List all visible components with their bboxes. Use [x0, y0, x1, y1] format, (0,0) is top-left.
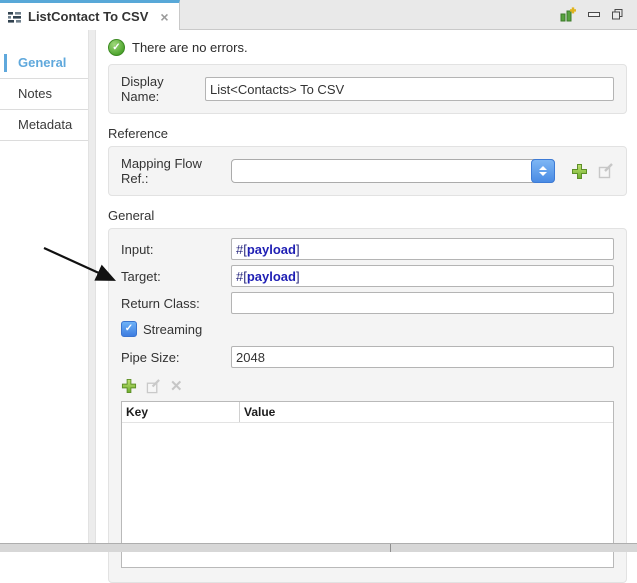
minimize-icon[interactable] — [588, 12, 600, 17]
display-name-input[interactable] — [205, 77, 614, 101]
return-class-input[interactable] — [231, 292, 614, 314]
status-bar — [0, 543, 637, 552]
delete-entry-button[interactable]: ✕ — [170, 379, 183, 394]
input-label: Input: — [121, 242, 231, 257]
error-status-text: There are no errors. — [132, 40, 248, 55]
key-value-toolbar: ✕ — [121, 377, 614, 395]
edit-icon — [146, 379, 161, 394]
add-flow-button[interactable] — [571, 163, 588, 180]
add-icon — [571, 163, 588, 180]
sidebar-item-metadata[interactable]: Metadata — [0, 110, 88, 141]
edit-flow-button[interactable] — [598, 163, 614, 179]
edit-entry-button[interactable] — [146, 379, 161, 394]
target-expression-field[interactable]: #[payload] — [231, 265, 614, 287]
sidebar: General Notes Metadata — [0, 30, 88, 543]
mapping-flow-ref-combobox[interactable] — [231, 159, 555, 183]
no-errors-check-icon: ✓ — [108, 39, 125, 56]
sidebar-splitter[interactable] — [88, 30, 96, 543]
tab-close-icon[interactable]: × — [160, 10, 168, 24]
sidebar-item-general[interactable]: General — [0, 48, 88, 79]
tab-title: ListContact To CSV — [28, 9, 148, 24]
edit-icon — [598, 163, 614, 179]
delete-icon: ✕ — [170, 379, 183, 394]
table-header-row: Key Value — [122, 402, 613, 423]
mapping-icon — [8, 11, 22, 23]
combo-stepper-icon[interactable] — [531, 159, 555, 183]
column-header-key[interactable]: Key — [122, 402, 240, 422]
return-class-label: Return Class: — [121, 296, 231, 311]
tab-bar-controls — [180, 0, 637, 30]
general-panel: Input: #[payload] Target: #[payload] Ret… — [108, 228, 627, 583]
properties-editor: General Notes Metadata ✓ There are no er… — [0, 30, 637, 543]
active-indicator-bar — [4, 54, 7, 72]
display-name-label: Display Name: — [121, 74, 205, 104]
view-chart-add-icon[interactable] — [559, 7, 576, 22]
sidebar-item-notes[interactable]: Notes — [0, 79, 88, 110]
editor-tab-bar: ListContact To CSV × — [0, 0, 637, 30]
status-bar-divider — [390, 544, 391, 552]
pipe-size-label: Pipe Size: — [121, 350, 231, 365]
streaming-label: Streaming — [143, 322, 202, 337]
target-label: Target: — [121, 269, 231, 284]
streaming-checkbox[interactable]: ✓ — [121, 321, 137, 337]
add-entry-button[interactable] — [121, 378, 137, 394]
content-pane: ✓ There are no errors. Display Name: Ref… — [96, 30, 637, 543]
input-expression-field[interactable]: #[payload] — [231, 238, 614, 260]
pipe-size-input[interactable] — [231, 346, 614, 368]
reference-section-heading: Reference — [108, 126, 637, 141]
display-name-panel: Display Name: — [108, 64, 627, 114]
tab-listcontact-to-csv[interactable]: ListContact To CSV × — [0, 0, 180, 30]
reference-panel: Mapping Flow Ref.: — [108, 146, 627, 196]
general-section-heading: General — [108, 208, 637, 223]
sidebar-item-label: Notes — [18, 86, 52, 101]
add-icon — [121, 378, 137, 394]
mapping-flow-ref-label: Mapping Flow Ref.: — [121, 156, 231, 186]
sidebar-item-label: General — [18, 55, 66, 70]
sidebar-item-label: Metadata — [18, 117, 72, 132]
maximize-restore-icon[interactable] — [612, 9, 623, 20]
column-header-value[interactable]: Value — [240, 405, 613, 419]
error-status-banner: ✓ There are no errors. — [96, 30, 637, 64]
